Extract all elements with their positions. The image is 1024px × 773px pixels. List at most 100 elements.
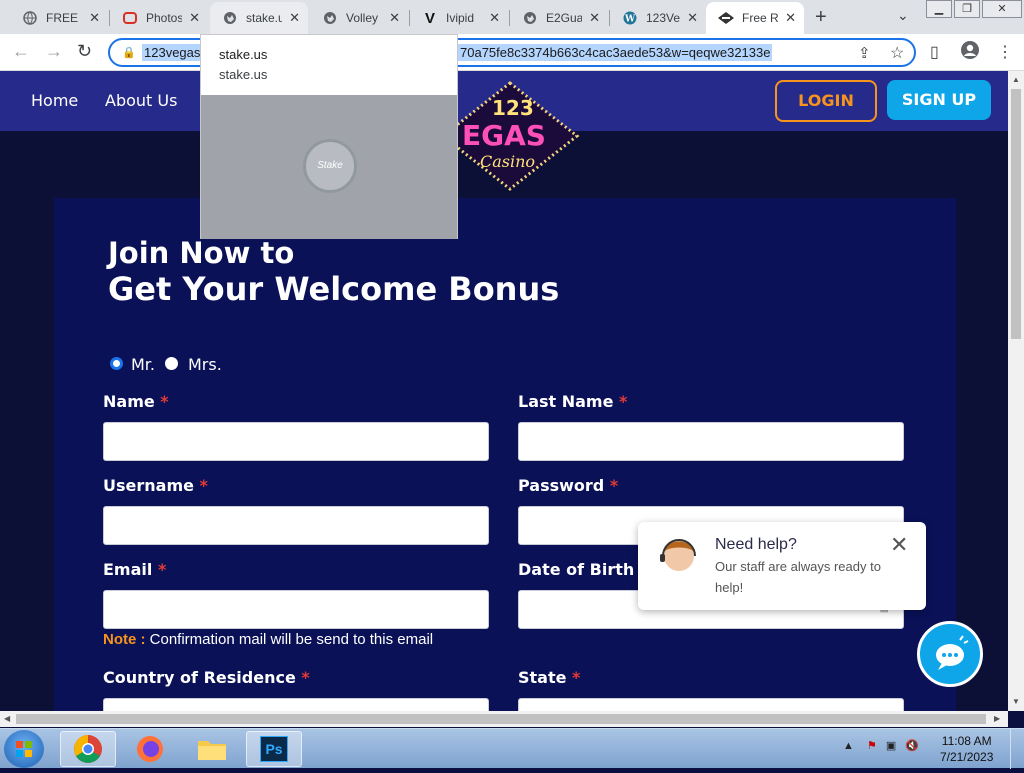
casino-icon	[718, 10, 734, 26]
logo-text-casino: Casino	[480, 152, 535, 171]
signup-form: Join Now to Get Your Welcome Bonus Mr. M…	[54, 198, 956, 711]
new-tab-button[interactable]: +	[815, 6, 827, 29]
label-name: Name *	[103, 392, 169, 411]
casino-page: Home About Us LOGIN SIGN UP 123 EGAS Cas…	[0, 71, 1008, 711]
volume-muted-icon[interactable]: 🔇	[905, 740, 919, 752]
name-input[interactable]	[103, 422, 489, 461]
globe-icon	[522, 10, 538, 26]
lock-icon[interactable]: 🔒	[122, 46, 136, 59]
tab-123vegas-wp[interactable]: W 123Ve ✕	[610, 2, 706, 34]
reload-icon[interactable]: ↻	[77, 41, 92, 62]
close-tab-icon[interactable]: ✕	[489, 10, 500, 26]
hover-card-domain: stake.us	[219, 67, 268, 82]
last-name-input[interactable]	[518, 422, 904, 461]
scroll-up-arrow-icon[interactable]: ▲	[1012, 75, 1020, 84]
taskbar-photoshop[interactable]: Ps	[246, 731, 302, 767]
clock-date: 7/21/2023	[940, 750, 994, 764]
profile-avatar-icon[interactable]	[960, 40, 980, 65]
forward-arrow-icon[interactable]: →	[45, 41, 63, 62]
tab-e2gua[interactable]: E2Gua ✕	[510, 2, 608, 34]
chat-button[interactable]	[917, 621, 983, 687]
close-tab-icon[interactable]: ✕	[89, 10, 100, 26]
svg-text:W: W	[624, 15, 636, 25]
help-text: Our staff are always ready to help!	[715, 559, 881, 595]
url-text-end: 70a75fe8c3374b663c4cac3aede53&w=qeqwe321…	[458, 44, 773, 61]
close-tab-icon[interactable]: ✕	[289, 10, 300, 26]
tab-hover-card: stake.us stake.us Stake	[200, 34, 458, 239]
taskbar-explorer[interactable]	[184, 731, 240, 767]
country-select[interactable]	[103, 698, 489, 711]
label-last-name: Last Name *	[518, 392, 628, 411]
maximize-button[interactable]: ❐	[954, 0, 980, 18]
vertical-scroll-thumb[interactable]	[1011, 89, 1021, 339]
window-close-button[interactable]: ✕	[982, 0, 1022, 18]
form-heading-line2: Get Your Welcome Bonus	[108, 270, 560, 308]
globe-icon	[322, 10, 338, 26]
tab-photos[interactable]: Photos ✕	[110, 2, 208, 34]
close-tab-icon[interactable]: ✕	[389, 10, 400, 26]
hover-card-title: stake.us	[219, 47, 268, 62]
share-icon[interactable]: ⇪	[858, 44, 871, 62]
help-popup: Need help? Our staff are always ready to…	[638, 522, 926, 610]
scroll-right-arrow-icon[interactable]: ▶	[994, 714, 1000, 723]
network-icon[interactable]: ▣	[886, 740, 896, 752]
close-tab-icon[interactable]: ✕	[785, 10, 796, 26]
label-dob: Date of Birth *	[518, 560, 648, 579]
state-select[interactable]	[518, 698, 904, 711]
radio-mrs-label: Mrs.	[188, 355, 222, 374]
browser-toolbar: ← → ↻ 🔒 123vegas 70a75fe8c3374b663c4cac3…	[0, 34, 1024, 71]
horizontal-scrollbar[interactable]: ◀ ▶	[0, 711, 1008, 727]
radio-mr[interactable]	[110, 357, 123, 370]
close-tab-icon[interactable]: ✕	[189, 10, 200, 26]
nav-about-us[interactable]: About Us	[105, 91, 177, 110]
taskbar-chrome[interactable]	[60, 731, 116, 767]
vertical-scrollbar[interactable]: ▲ ▼	[1008, 71, 1024, 711]
signup-button[interactable]: SIGN UP	[887, 80, 991, 120]
username-input[interactable]	[103, 506, 489, 545]
tab-ivipid[interactable]: V Ivipid ✕	[410, 2, 508, 34]
logo-text-123: 123	[492, 96, 534, 120]
tab-search-chevron-icon[interactable]: ⌄	[897, 7, 909, 24]
login-button[interactable]: LOGIN	[775, 80, 877, 122]
close-help-icon[interactable]: ✕	[890, 532, 908, 558]
photos-icon	[122, 10, 138, 26]
form-heading-line1: Join Now to	[108, 236, 295, 270]
show-desktop-button[interactable]	[1010, 729, 1024, 769]
radio-mrs[interactable]	[165, 357, 178, 370]
stake-logo-icon: Stake	[303, 139, 357, 193]
tab-stake[interactable]: stake.u ✕	[210, 2, 308, 34]
action-center-icon[interactable]: ⚑	[867, 740, 877, 752]
window-controls: ▁ ❐ ✕	[926, 0, 1024, 18]
horizontal-scroll-thumb[interactable]	[16, 714, 986, 724]
tab-volley[interactable]: Volley ✕	[310, 2, 408, 34]
nav-home[interactable]: Home	[31, 91, 78, 110]
bookmark-star-icon[interactable]: ☆	[890, 43, 904, 63]
label-password: Password *	[518, 476, 619, 495]
system-clock[interactable]: 11:08 AM 7/21/2023	[940, 733, 993, 765]
back-arrow-icon[interactable]: ←	[12, 41, 30, 62]
folder-icon	[198, 741, 226, 760]
chat-bubble-icon	[936, 635, 969, 670]
taskbar-firefox[interactable]	[122, 731, 178, 767]
tab-free-p[interactable]: FREE P ✕	[10, 2, 108, 34]
tray-expand-icon[interactable]: ▲	[843, 740, 854, 752]
tab-free-r-active[interactable]: Free R ✕	[706, 2, 804, 34]
chrome-icon	[74, 735, 102, 763]
system-tray: ▲ ⚑ ▣ 🔇	[843, 739, 919, 752]
support-agent-avatar	[660, 539, 696, 588]
site-logo[interactable]: 123 EGAS Casino	[440, 81, 580, 191]
close-tab-icon[interactable]: ✕	[687, 10, 698, 26]
scroll-left-arrow-icon[interactable]: ◀	[4, 714, 10, 723]
label-email: Email *	[103, 560, 167, 579]
globe-icon	[222, 10, 238, 26]
scroll-down-arrow-icon[interactable]: ▼	[1012, 697, 1020, 706]
email-input[interactable]	[103, 590, 489, 629]
help-title: Need help?	[715, 536, 797, 553]
close-tab-icon[interactable]: ✕	[589, 10, 600, 26]
side-panel-icon[interactable]: ▯	[930, 42, 939, 62]
minimize-button[interactable]: ▁	[926, 0, 952, 18]
clock-time: 11:08 AM	[941, 734, 992, 748]
menu-kebab-icon[interactable]: ⋮	[997, 42, 1013, 62]
hover-card-thumbnail: Stake	[201, 95, 457, 239]
start-button[interactable]	[4, 730, 44, 768]
